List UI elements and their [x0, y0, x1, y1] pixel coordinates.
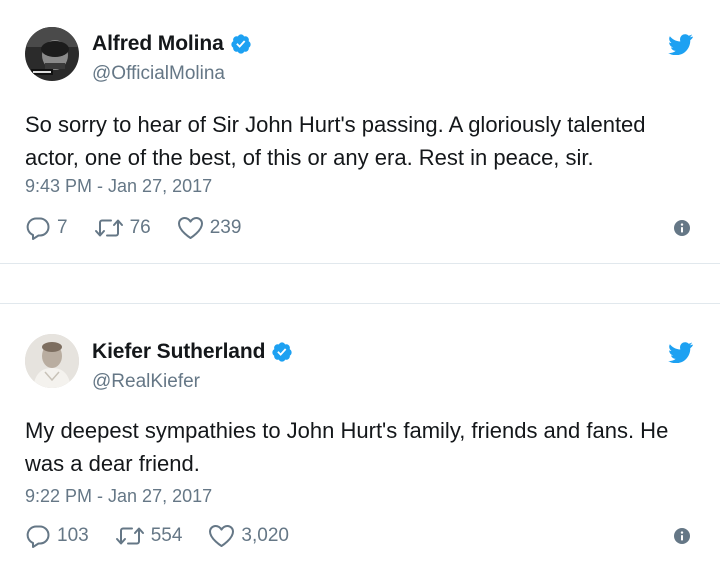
tweet-separator	[0, 264, 720, 303]
reply-button[interactable]: 103	[25, 524, 89, 548]
verified-badge-icon	[271, 341, 293, 363]
reply-count: 103	[57, 525, 89, 546]
reply-count: 7	[57, 217, 68, 238]
display-name[interactable]: Alfred Molina	[92, 32, 224, 56]
tweet-text: So sorry to hear of Sir John Hurt's pass…	[25, 112, 646, 170]
avatar-image	[25, 27, 79, 81]
like-button[interactable]: 239	[177, 216, 242, 240]
reply-icon	[25, 524, 51, 548]
info-icon[interactable]	[674, 220, 690, 236]
user-handle[interactable]: @RealKiefer	[92, 371, 200, 393]
like-button[interactable]: 3,020	[208, 524, 289, 548]
info-icon[interactable]	[674, 528, 690, 544]
tweet-card[interactable]: Alfred Molina @OfficialMolina So sorry t…	[0, 0, 720, 264]
heart-icon	[208, 524, 235, 548]
reply-icon	[25, 216, 51, 240]
twitter-bird-icon[interactable]	[668, 34, 693, 56]
tweet-card[interactable]: Kiefer Sutherland @RealKiefer My deepest…	[0, 304, 720, 569]
retweet-icon	[115, 525, 145, 547]
heart-icon	[177, 216, 204, 240]
avatar-image	[25, 334, 79, 388]
user-handle[interactable]: @OfficialMolina	[92, 63, 225, 85]
like-count: 239	[209, 217, 242, 238]
avatar[interactable]	[25, 334, 79, 388]
retweet-count: 76	[129, 217, 151, 238]
retweet-button[interactable]: 554	[115, 525, 183, 547]
tweet-actions: 103 554 3,020	[25, 524, 315, 548]
tweet-actions: 7 76 239	[25, 216, 267, 240]
reply-button[interactable]: 7	[25, 216, 68, 240]
verified-badge-icon	[230, 33, 252, 55]
display-name[interactable]: Kiefer Sutherland	[92, 340, 265, 364]
like-count: 3,020	[241, 525, 289, 546]
tweet-timestamp[interactable]: 9:22 PM - Jan 27, 2017	[25, 486, 212, 507]
twitter-bird-icon[interactable]	[668, 342, 693, 364]
tweet-timestamp[interactable]: 9:43 PM - Jan 27, 2017	[25, 176, 212, 197]
retweet-count: 554	[150, 525, 183, 546]
retweet-icon	[94, 217, 124, 239]
avatar[interactable]	[25, 27, 79, 81]
tweet-text: My deepest sympathies to John Hurt's fam…	[25, 418, 669, 476]
retweet-button[interactable]: 76	[94, 217, 151, 239]
